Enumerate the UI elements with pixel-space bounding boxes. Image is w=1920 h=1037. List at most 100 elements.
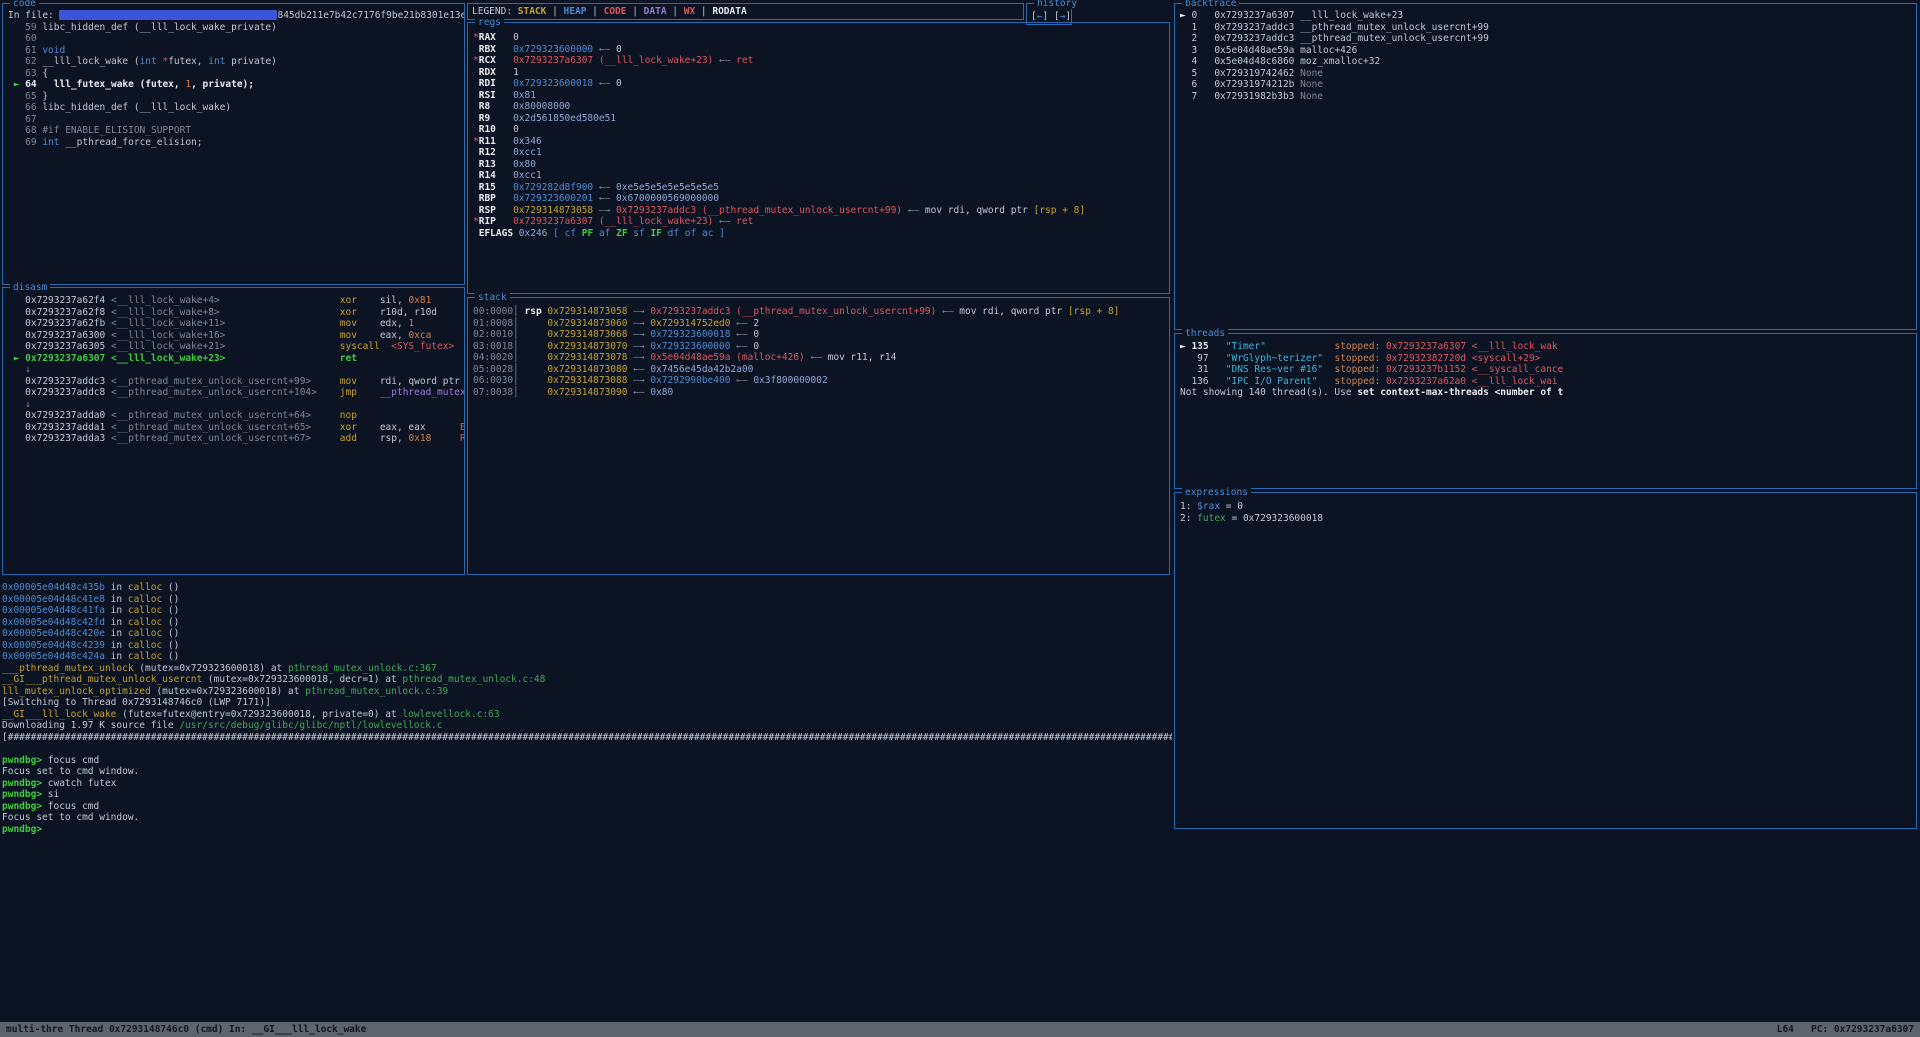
threads-panel: threads ► 135 "Timer" stopped: 0x7293237… bbox=[1174, 333, 1917, 489]
text-line: 0x00005e04d48c41e8 in calloc () bbox=[2, 594, 1172, 606]
text-line: [Switching to Thread 0x7293148746c0 (LWP… bbox=[2, 697, 1172, 709]
stack-panel-title: stack bbox=[475, 292, 510, 303]
registers-panel: regs *RAX 0 RBX 0x729323600000 ←— 0*RCX … bbox=[467, 22, 1170, 294]
text-line: 06:0030│ 0x729314873088 —→ 0x7292990be40… bbox=[473, 375, 1164, 387]
text-line: 60 bbox=[8, 33, 459, 45]
text-line: 4 0x5e04d48c6860 moz_xmalloc+32 bbox=[1180, 56, 1911, 68]
text-line: 00:0000│ rsp 0x729314873058 —→ 0x7293237… bbox=[473, 306, 1164, 318]
text-line: [←] [→] bbox=[1031, 11, 1067, 23]
status-bar: multi-thre Thread 0x7293148746c0 (cmd) I… bbox=[0, 1022, 1920, 1037]
text-line: 0x7293237a6300 <__lll_lock_wake+16> mov … bbox=[8, 330, 459, 342]
text-line: 2 0x7293237addc3 __pthread_mutex_unlock_… bbox=[1180, 33, 1911, 45]
text-line: Focus set to cmd window. bbox=[2, 766, 1172, 778]
text-line: ► 135 "Timer" stopped: 0x7293237a6307 <_… bbox=[1180, 341, 1911, 353]
stack-panel: stack 00:0000│ rsp 0x729314873058 —→ 0x7… bbox=[467, 297, 1170, 575]
code-panel-title: code bbox=[10, 0, 39, 9]
text-line: RSP 0x729314873058 —→ 0x7293237addc3 (__… bbox=[473, 205, 1164, 217]
text-line: pwndbg> bbox=[2, 824, 1172, 836]
text-line: 63 { bbox=[8, 68, 459, 80]
text-line: RSI 0x81 bbox=[473, 90, 1164, 102]
text-line: RDI 0x729323600018 ←— 0 bbox=[473, 78, 1164, 90]
text-line: R12 0xcc1 bbox=[473, 147, 1164, 159]
text-line: *RCX 0x7293237a6307 (__lll_lock_wake+23)… bbox=[473, 55, 1164, 67]
text-line: 7 0x72931982b3b3 None bbox=[1180, 91, 1911, 103]
text-line: 59 libc_hidden_def (__lll_lock_wake_priv… bbox=[8, 22, 459, 34]
text-line: 0x7293237adda3 <__pthread_mutex_unlock_u… bbox=[8, 433, 459, 445]
code-content: In file: 845db211e7b42c7176f9be21b8301e1… bbox=[3, 4, 464, 284]
text-line: pwndbg> focus cmd bbox=[2, 801, 1172, 813]
text-line: 05:0028│ 0x729314873080 ←— 0x7456e45da42… bbox=[473, 364, 1164, 376]
text-line: R13 0x80 bbox=[473, 159, 1164, 171]
expressions-content: 1: $rax = 02: futex = 0x729323600018 bbox=[1175, 493, 1916, 828]
text-line: pwndbg> si bbox=[2, 789, 1172, 801]
threads-content: ► 135 "Timer" stopped: 0x7293237a6307 <_… bbox=[1175, 334, 1916, 488]
text-line: 97 "WrGlyph~terizer" stopped: 0x72932382… bbox=[1180, 353, 1911, 365]
text-line: Focus set to cmd window. bbox=[2, 812, 1172, 824]
text-line: RBP 0x729323600201 ←— 0x6700000569000000 bbox=[473, 193, 1164, 205]
text-line: 3 0x5e04d48ae59a malloc+426 bbox=[1180, 45, 1911, 57]
text-line: 0x00005e04d48c4239 in calloc () bbox=[2, 640, 1172, 652]
text-line: 02:0010│ 0x729314873068 —→ 0x72932360001… bbox=[473, 329, 1164, 341]
text-line: 68 #if ENABLE_ELISION_SUPPORT bbox=[8, 125, 459, 137]
status-left: multi-thre Thread 0x7293148746c0 (cmd) I… bbox=[6, 1023, 366, 1036]
text-line: 0x00005e04d48c41fa in calloc () bbox=[2, 605, 1172, 617]
history-panel-title: history bbox=[1034, 0, 1080, 9]
text-line: ► 64 lll_futex_wake (futex, 1, private); bbox=[8, 79, 459, 91]
text-line: 2: futex = 0x729323600018 bbox=[1180, 513, 1911, 525]
text-line: EFLAGS 0x246 [ cf PF af ZF sf IF df of a… bbox=[473, 228, 1164, 240]
disassembly-content: 0x7293237a62f4 <__lll_lock_wake+4> xor s… bbox=[3, 288, 464, 574]
text-line: 03:0018│ 0x729314873070 —→ 0x72932360000… bbox=[473, 341, 1164, 353]
text-line: 65 } bbox=[8, 91, 459, 103]
text-line: 0x7293237a6305 <__lll_lock_wake+21> sysc… bbox=[8, 341, 459, 353]
text-line: 6 0x72931974212b None bbox=[1180, 79, 1911, 91]
text-line: lll_mutex_unlock_optimized (mutex=0x7293… bbox=[2, 686, 1172, 698]
backtrace-panel-title: backtrace bbox=[1182, 0, 1239, 9]
text-line: 31 "DNS Res~ver #16" stopped: 0x7293237b… bbox=[1180, 364, 1911, 376]
text-line: 66 libc_hidden_def (__lll_lock_wake) bbox=[8, 102, 459, 114]
text-line: 0x00005e04d48c424a in calloc () bbox=[2, 651, 1172, 663]
text-line: 0x00005e04d48c42fd in calloc () bbox=[2, 617, 1172, 629]
text-line: 0x7293237adda0 <__pthread_mutex_unlock_u… bbox=[8, 410, 459, 422]
text-line: 04:0020│ 0x729314873078 —→ 0x5e04d48ae59… bbox=[473, 352, 1164, 364]
command-terminal[interactable]: 0x00005e04d48c435b in calloc ()0x00005e0… bbox=[2, 582, 1172, 1020]
expressions-panel: expressions 1: $rax = 02: futex = 0x7293… bbox=[1174, 492, 1917, 829]
stack-content: 00:0000│ rsp 0x729314873058 —→ 0x7293237… bbox=[468, 298, 1169, 574]
text-line: RDX 1 bbox=[473, 67, 1164, 79]
backtrace-panel: backtrace ► 0 0x7293237a6307 __lll_lock_… bbox=[1174, 3, 1917, 330]
registers-content: *RAX 0 RBX 0x729323600000 ←— 0*RCX 0x729… bbox=[468, 23, 1169, 293]
text-line: 1 0x7293237addc3 __pthread_mutex_unlock_… bbox=[1180, 22, 1911, 34]
text-line: 67 bbox=[8, 114, 459, 126]
status-right: L64 PC: 0x7293237a6307 bbox=[1777, 1023, 1914, 1036]
text-line: *R11 0x346 bbox=[473, 136, 1164, 148]
text-line: 0x7293237adda1 <__pthread_mutex_unlock_u… bbox=[8, 422, 459, 434]
text-line: __GI___pthread_mutex_unlock_usercnt (mut… bbox=[2, 674, 1172, 686]
text-line: R9 0x2d561850ed580e51 bbox=[473, 113, 1164, 125]
text-line: 0x7293237a62fb <__lll_lock_wake+11> mov … bbox=[8, 318, 459, 330]
legend-panel: LEGEND: STACK | HEAP | CODE | DATA | WX … bbox=[467, 3, 1024, 20]
text-line: 0x7293237addc3 <__pthread_mutex_unlock_u… bbox=[8, 376, 459, 388]
text-line: ↓ bbox=[8, 399, 459, 411]
expressions-panel-title: expressions bbox=[1182, 487, 1251, 498]
text-line bbox=[2, 743, 1172, 755]
text-line: 07:0038│ 0x729314873090 ←— 0x80 bbox=[473, 387, 1164, 399]
text-line: LEGEND: STACK | HEAP | CODE | DATA | WX … bbox=[472, 6, 1019, 18]
text-line: *RIP 0x7293237a6307 (__lll_lock_wake+23)… bbox=[473, 216, 1164, 228]
text-line: [#######################################… bbox=[2, 732, 1172, 744]
text-line: R15 0x729282d8f900 ←— 0xe5e5e5e5e5e5e5e5 bbox=[473, 182, 1164, 194]
threads-panel-title: threads bbox=[1182, 328, 1228, 339]
text-line: *RAX 0 bbox=[473, 32, 1164, 44]
text-line: R10 0 bbox=[473, 124, 1164, 136]
text-line: 62 __lll_lock_wake (int *futex, int priv… bbox=[8, 56, 459, 68]
code-panel: code In file: 845db211e7b42c7176f9be21b8… bbox=[2, 3, 465, 285]
text-line: Not showing 140 thread(s). Use set conte… bbox=[1180, 387, 1911, 399]
text-line: __GI___lll_lock_wake (futex=futex@entry=… bbox=[2, 709, 1172, 721]
disassembly-panel: disasm 0x7293237a62f4 <__lll_lock_wake+4… bbox=[2, 287, 465, 575]
text-line: 0x7293237a62f8 <__lll_lock_wake+8> xor r… bbox=[8, 307, 459, 319]
backtrace-content: ► 0 0x7293237a6307 __lll_lock_wake+23 1 … bbox=[1175, 4, 1916, 329]
text-line: 61 void bbox=[8, 45, 459, 57]
text-line: ___pthread_mutex_unlock (mutex=0x7293236… bbox=[2, 663, 1172, 675]
text-line: ► 0 0x7293237a6307 __lll_lock_wake+23 bbox=[1180, 10, 1911, 22]
text-line: 136 "IPC I/O Parent" stopped: 0x7293237a… bbox=[1180, 376, 1911, 388]
text-line: 0x00005e04d48c435b in calloc () bbox=[2, 582, 1172, 594]
text-line: ↓ bbox=[8, 364, 459, 376]
